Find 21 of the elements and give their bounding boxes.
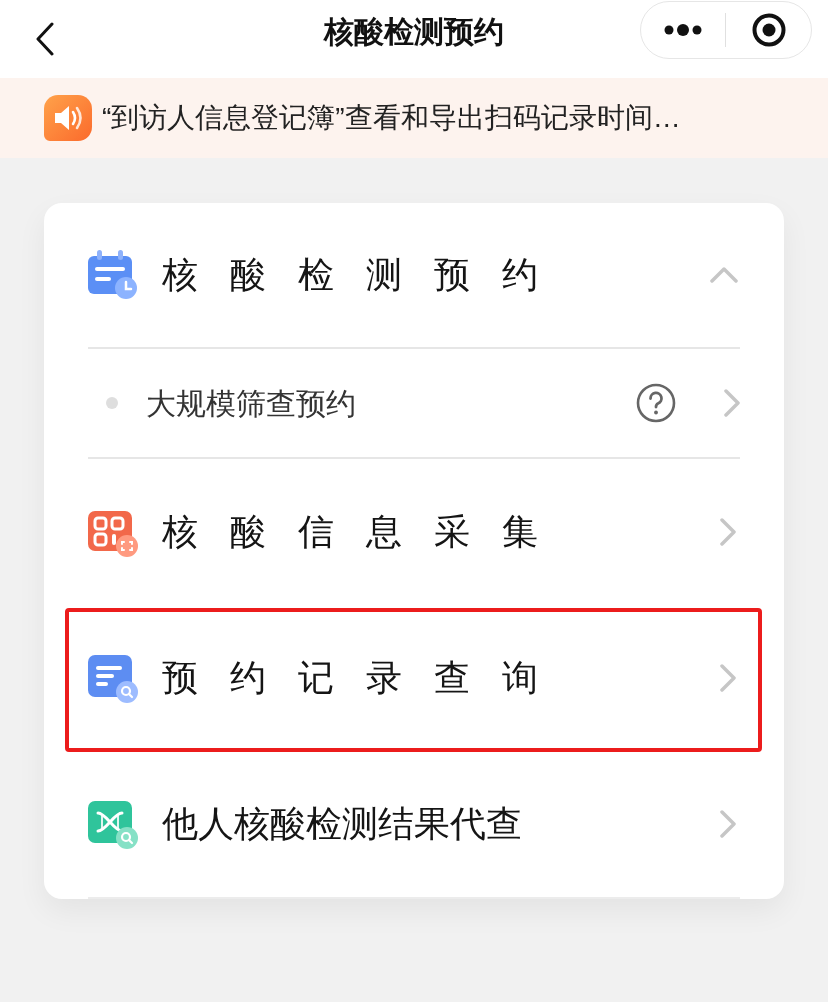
calendar-icon	[88, 250, 138, 300]
menu-link[interactable]: 大规模筛查预约	[146, 380, 356, 426]
chevron-right-icon	[720, 664, 736, 692]
bullet-icon	[106, 397, 118, 409]
back-button[interactable]	[34, 20, 56, 58]
chevron-right-icon	[720, 810, 736, 838]
menu-link[interactable]: 核 酸 信 息 采 集	[162, 505, 538, 559]
notice-text[interactable]: “到访人信息登记簿”查看和导出扫码记录时间…	[102, 97, 681, 139]
chevron-right-icon	[720, 518, 736, 546]
page-title: 核酸检测预约	[324, 13, 504, 50]
speaker-icon	[44, 95, 92, 141]
more-icon	[664, 23, 702, 37]
menu-link[interactable]: 预 约 记 录 查 询	[162, 651, 538, 705]
target-icon	[751, 13, 786, 47]
section-title[interactable]: 核 酸 检 测 预 约	[162, 248, 538, 302]
help-icon[interactable]	[636, 383, 676, 423]
chevron-right-icon	[724, 389, 740, 417]
document-search-icon	[88, 653, 138, 703]
back-icon	[36, 22, 54, 56]
menu-link[interactable]: 他人核酸检测结果代查	[162, 797, 522, 851]
dna-icon	[88, 799, 138, 849]
